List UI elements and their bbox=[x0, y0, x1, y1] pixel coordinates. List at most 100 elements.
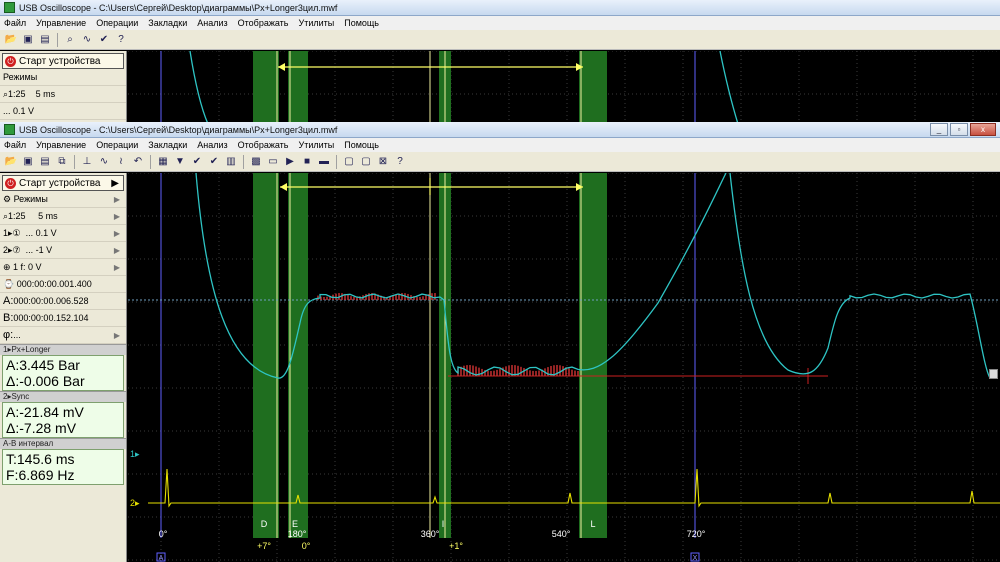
menu-display[interactable]: Отображать bbox=[238, 18, 289, 28]
plot-svg[interactable]: 1▸ 2▸ D E I L 0° 180° 360° 540° 720° +7° 0° +1° A X bbox=[128, 173, 1000, 562]
grid-icon[interactable]: ▦ bbox=[156, 155, 170, 169]
title-bar[interactable]: USB Oscilloscope - C:\Users\Сергей\Deskt… bbox=[0, 122, 1000, 138]
timebase-zoom: 1:25 bbox=[8, 89, 26, 99]
copy-icon[interactable]: ⧉ bbox=[55, 155, 69, 169]
marker-band-e bbox=[288, 173, 308, 538]
sidebar: ⏻ Старт устройства Режимы ⌕ 1:25 5 ms ..… bbox=[0, 51, 127, 124]
menu-control[interactable]: Управление bbox=[36, 18, 86, 28]
stop-icon[interactable]: ■ bbox=[300, 155, 314, 169]
print-icon[interactable]: ▤ bbox=[38, 33, 52, 47]
ab-header[interactable]: A-B интервал bbox=[0, 438, 126, 449]
menu-help[interactable]: Помощь bbox=[344, 140, 379, 150]
modes-item[interactable]: Режимы bbox=[0, 69, 126, 86]
ch2-a-value: A:-21.84 mV bbox=[6, 404, 84, 420]
filter-icon[interactable]: ▼ bbox=[173, 155, 187, 169]
menu-display[interactable]: Отображать bbox=[238, 140, 289, 150]
ch1-a-value: A:3.445 Bar bbox=[6, 357, 80, 373]
signal-icon[interactable]: ⊥ bbox=[80, 155, 94, 169]
trace-1-segment bbox=[719, 51, 739, 124]
menu-operations[interactable]: Операции bbox=[96, 18, 138, 28]
modes-item[interactable]: ⚙ Режимы ▶ bbox=[0, 191, 126, 208]
check-icon[interactable]: ✔ bbox=[97, 33, 111, 47]
save-icon[interactable]: ▣ bbox=[21, 155, 35, 169]
save-icon[interactable]: ▣ bbox=[21, 33, 35, 47]
menu-help[interactable]: Помощь bbox=[344, 18, 379, 28]
plot-svg-back[interactable] bbox=[128, 51, 1000, 124]
help-icon[interactable]: ? bbox=[393, 155, 407, 169]
channel2-icon: 2▸⑦ bbox=[3, 244, 26, 255]
menu-control[interactable]: Управление bbox=[36, 140, 86, 150]
channel-2-marker: 2▸ bbox=[130, 498, 140, 508]
open-icon[interactable]: 📂 bbox=[4, 155, 18, 169]
cursor-b-label: B: bbox=[3, 312, 14, 324]
chevron-right-icon: ▶ bbox=[113, 330, 120, 340]
clock-icon: ⌚ bbox=[3, 278, 17, 289]
play-icon[interactable]: ▶ bbox=[283, 155, 297, 169]
open-icon[interactable]: 📂 bbox=[4, 33, 18, 47]
zoom-icon[interactable]: ⌕ bbox=[63, 33, 77, 47]
start-device-label: Старт устройства bbox=[19, 55, 101, 67]
cursor-b-row[interactable]: B: 000:00:00.152.104 bbox=[0, 310, 126, 327]
toolbar-separator bbox=[243, 154, 244, 169]
menu-analysis[interactable]: Анализ bbox=[197, 18, 227, 28]
menu-utilities[interactable]: Утилиты bbox=[298, 18, 334, 28]
undo-icon[interactable]: ↶ bbox=[131, 155, 145, 169]
ab-t-value: T:145.6 ms bbox=[6, 451, 75, 467]
channel2-row[interactable]: 2▸⑦ ... -1 V ▶ bbox=[0, 242, 126, 259]
title-bar[interactable]: USB Oscilloscope - C:\Users\Сергей\Deskt… bbox=[0, 0, 1000, 16]
app-icon bbox=[4, 124, 15, 135]
select-icon[interactable]: ▩ bbox=[249, 155, 263, 169]
menu-bookmarks[interactable]: Закладки bbox=[148, 140, 187, 150]
phase-row[interactable]: φ: ... ▶ bbox=[0, 327, 126, 344]
ch2-header[interactable]: 2▸Sync bbox=[0, 391, 126, 402]
wave-icon[interactable]: ∿ bbox=[97, 155, 111, 169]
start-device-button[interactable]: ⏻ Старт устройства bbox=[2, 53, 124, 69]
chevron-right-icon: ▶ bbox=[113, 262, 120, 272]
channel1-row[interactable]: ... 0.1 V bbox=[0, 103, 126, 120]
menu-utilities[interactable]: Утилиты bbox=[298, 140, 334, 150]
help-icon[interactable]: ? bbox=[114, 33, 128, 47]
check-all-icon[interactable]: ✔ bbox=[207, 155, 221, 169]
offset-label: +1° bbox=[449, 541, 463, 551]
toolbar-separator bbox=[336, 154, 337, 169]
check-icon[interactable]: ✔ bbox=[190, 155, 204, 169]
modes-icon: ⚙ bbox=[3, 193, 14, 204]
layout2-icon[interactable]: ▢ bbox=[359, 155, 373, 169]
ab-readout: T:145.6 ms F:6.869 Hz bbox=[2, 449, 124, 485]
menu-analysis[interactable]: Анализ bbox=[197, 140, 227, 150]
menu-operations[interactable]: Операции bbox=[96, 140, 138, 150]
print-icon[interactable]: ▤ bbox=[38, 155, 52, 169]
ch1-header[interactable]: 1▸Px+Longer bbox=[0, 344, 126, 355]
menu-bookmarks[interactable]: Закладки bbox=[148, 18, 187, 28]
folder-icon[interactable]: ▭ bbox=[266, 155, 280, 169]
restore-button[interactable]: ▫ bbox=[950, 123, 968, 136]
layout-icon[interactable]: ▢ bbox=[342, 155, 356, 169]
channel1-row[interactable]: 1▸① ... 0.1 V ▶ bbox=[0, 225, 126, 242]
scrollbar-thumb[interactable] bbox=[989, 369, 998, 379]
ch2-readout: A:-21.84 mV Δ:-7.28 mV bbox=[2, 402, 124, 438]
timebase-row[interactable]: ⌕ 1:25 5 ms ▶ bbox=[0, 208, 126, 225]
plot-area-back[interactable] bbox=[128, 51, 1000, 124]
clipboard-icon[interactable]: ▥ bbox=[224, 155, 238, 169]
offset-label: +7° bbox=[257, 541, 271, 551]
menu-file[interactable]: Файл bbox=[4, 18, 26, 28]
timebase-row[interactable]: ⌕ 1:25 5 ms bbox=[0, 86, 126, 103]
minimize-button[interactable]: _ bbox=[930, 123, 948, 136]
menu-bar: Файл Управление Операции Закладки Анализ… bbox=[0, 138, 1000, 152]
wave-down-icon[interactable]: ≀ bbox=[114, 155, 128, 169]
menu-file[interactable]: Файл bbox=[4, 140, 26, 150]
modes-label: Режимы bbox=[3, 72, 38, 82]
trigger-row[interactable]: ⊕ 1 f: 0 V ▶ bbox=[0, 259, 126, 276]
wave-icon[interactable]: ∿ bbox=[80, 33, 94, 47]
start-device-button[interactable]: ⏻ Старт устройства ▶ bbox=[2, 175, 124, 191]
close-button[interactable]: x bbox=[970, 123, 996, 136]
ab-f-value: F:6.869 Hz bbox=[6, 467, 75, 483]
delete-icon[interactable]: ⊠ bbox=[376, 155, 390, 169]
monitor-icon[interactable]: ▬ bbox=[317, 155, 331, 169]
plot-area[interactable]: 1▸ 2▸ D E I L 0° 180° 360° 540° 720° +7° 0° +1° A X bbox=[128, 173, 1000, 562]
cursor-a-value: 000:00:00.006.528 bbox=[13, 296, 89, 306]
band-label: L bbox=[590, 519, 595, 529]
timestamp-row[interactable]: ⌚ 000:00:00.001.400 bbox=[0, 276, 126, 293]
window-title: USB Oscilloscope - C:\Users\Сергей\Deskt… bbox=[19, 124, 338, 135]
cursor-a-row[interactable]: A: 000:00:00.006.528 bbox=[0, 293, 126, 310]
